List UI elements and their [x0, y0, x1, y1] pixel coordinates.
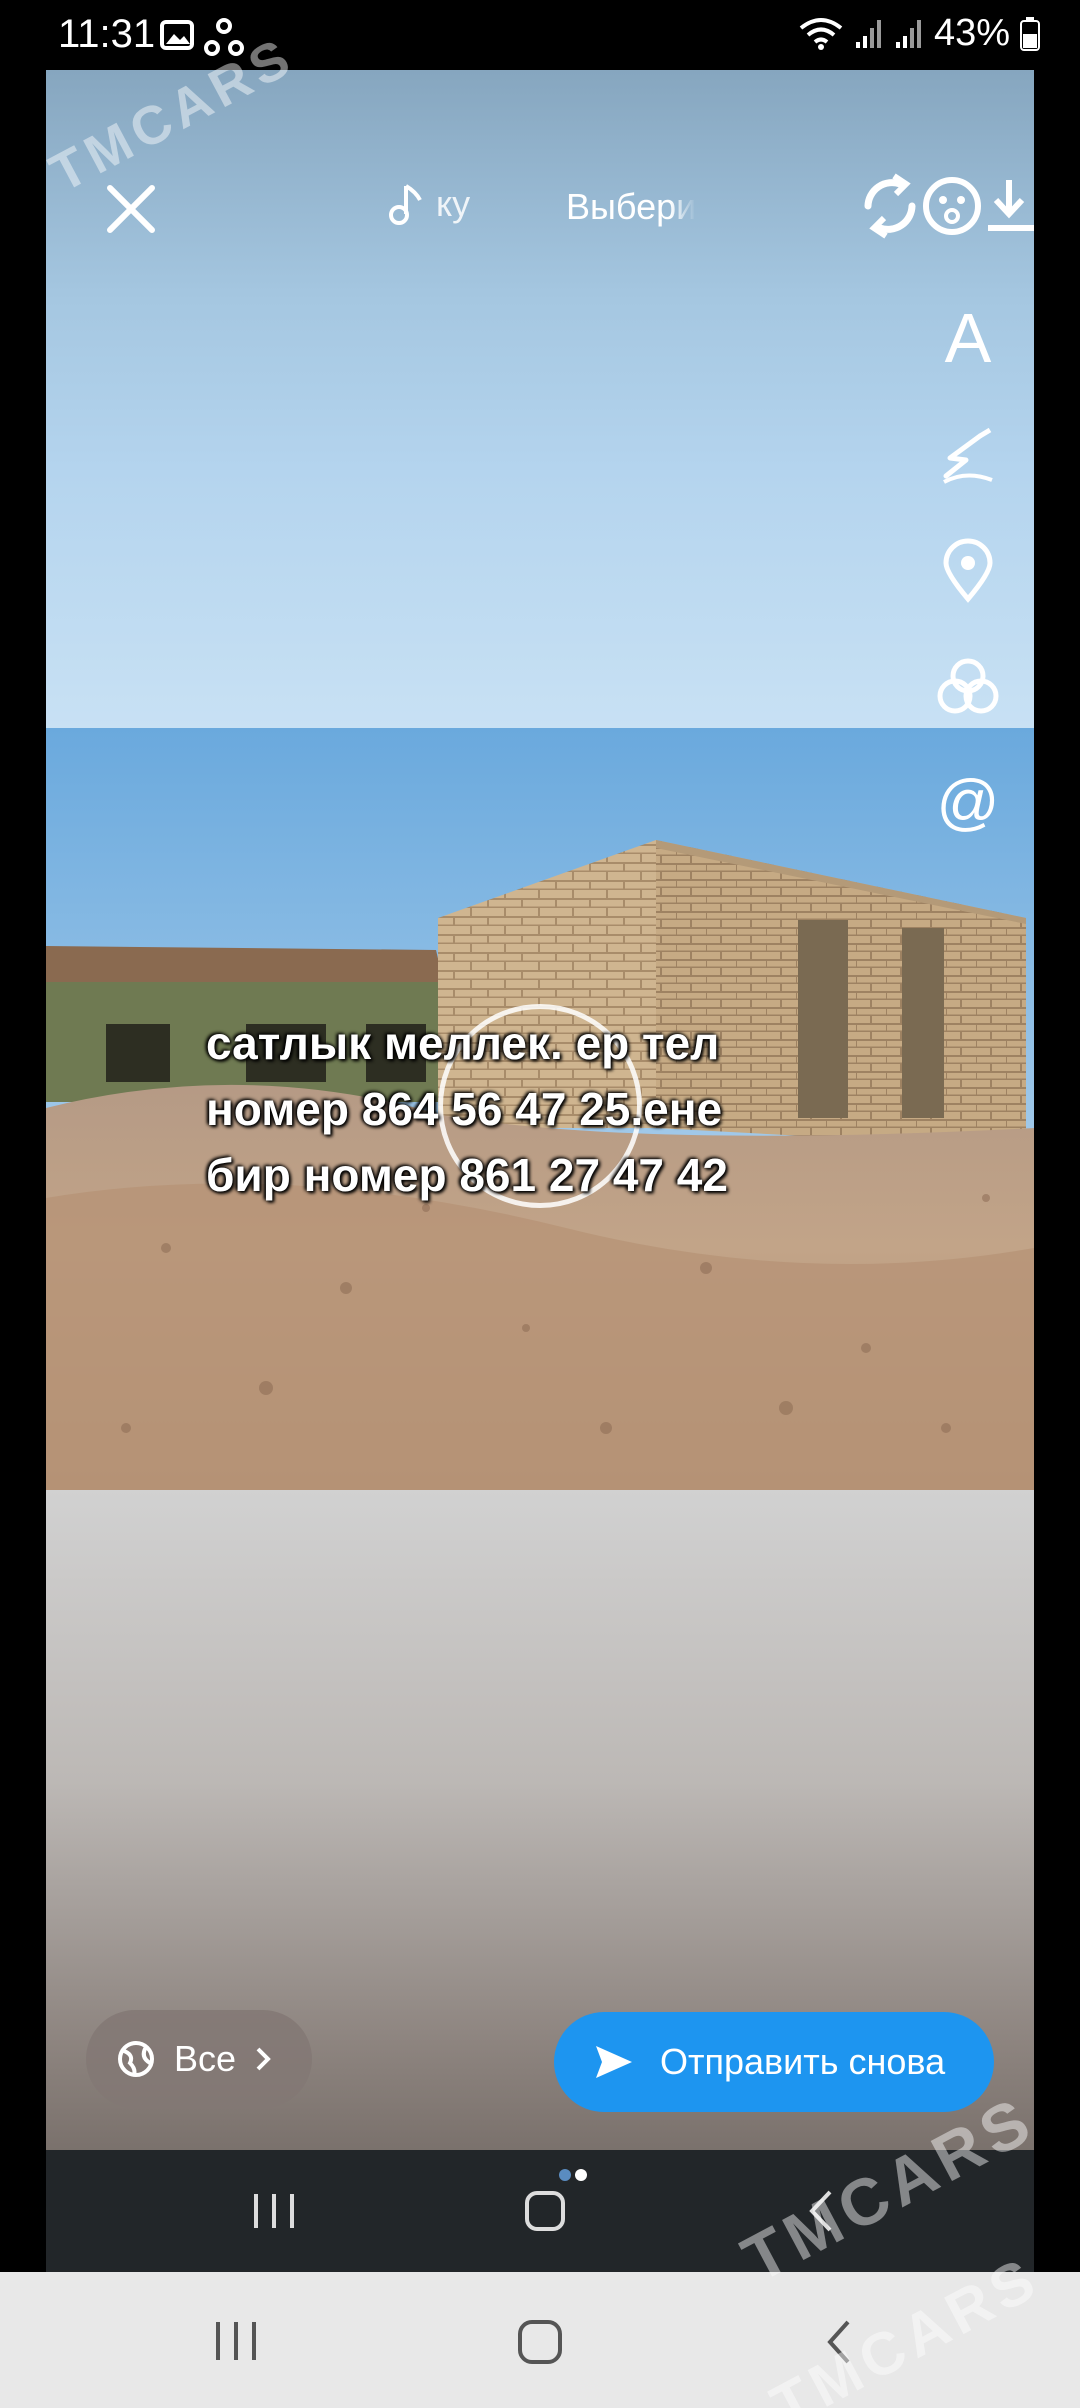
- location-button[interactable]: [926, 512, 1010, 628]
- status-bar: 11:31 43%: [0, 0, 1080, 70]
- draw-tool-icon: [943, 427, 993, 484]
- status-right: 43%: [798, 12, 1040, 55]
- story-viewport: сатлык меллек. ер тел номер 864 56 47 25…: [46, 70, 1034, 2272]
- close-button[interactable]: [98, 176, 164, 242]
- music-button[interactable]: ку: [386, 182, 470, 226]
- choose-button[interactable]: Выбери: [566, 186, 696, 228]
- globe-icon: [118, 2041, 154, 2077]
- download-icon[interactable]: [984, 174, 1034, 238]
- side-tools: A @: [926, 280, 1010, 860]
- signal-icon-2: [895, 19, 921, 48]
- gallery-icon: [160, 18, 194, 57]
- battery-percent: 43%: [933, 12, 1010, 54]
- mention-button[interactable]: @: [926, 744, 1010, 860]
- resend-label: Отправить снова: [660, 2041, 946, 2082]
- music-label: ку: [436, 183, 471, 224]
- caption-line-1: сатлык меллек. ер тел: [206, 1017, 720, 1069]
- caption-line-3: бир номер 861 27 47 42: [206, 1149, 728, 1201]
- sticker-icon[interactable]: [922, 174, 982, 238]
- effects-icon: [937, 658, 999, 714]
- battery-icon: [1020, 16, 1040, 51]
- home-icon[interactable]: [514, 2316, 566, 2368]
- recent-apps-icon[interactable]: [246, 2186, 302, 2236]
- home-icon[interactable]: [520, 2186, 570, 2236]
- flip-camera-icon[interactable]: [860, 170, 920, 242]
- signal-icon: [855, 19, 881, 48]
- wifi-icon: [799, 17, 843, 50]
- status-time: 11:31: [58, 12, 156, 56]
- music-note-icon: [389, 184, 422, 225]
- draw-tool-button[interactable]: [926, 396, 1010, 512]
- resend-button[interactable]: Отправить снова: [554, 2012, 994, 2112]
- send-icon: [596, 2046, 632, 2078]
- post-caption: сатлык меллек. ер тел номер 864 56 47 25…: [206, 1010, 728, 1208]
- recent-apps-icon[interactable]: [208, 2316, 264, 2366]
- page-indicator: [559, 2169, 587, 2181]
- text-tool-button[interactable]: A: [926, 280, 1010, 396]
- caption-line-2: номер 864 56 47 25.ене: [206, 1083, 723, 1135]
- audience-label: Все: [174, 2038, 237, 2079]
- effects-button[interactable]: [926, 628, 1010, 744]
- audience-all-button[interactable]: Все: [86, 2010, 312, 2108]
- top-right-tools: [860, 170, 1034, 242]
- chevron-right-icon: [256, 2047, 271, 2071]
- location-icon: [943, 538, 993, 603]
- text-tool-icon: A: [944, 299, 992, 377]
- mention-icon: @: [936, 767, 1000, 837]
- close-icon: [107, 185, 155, 233]
